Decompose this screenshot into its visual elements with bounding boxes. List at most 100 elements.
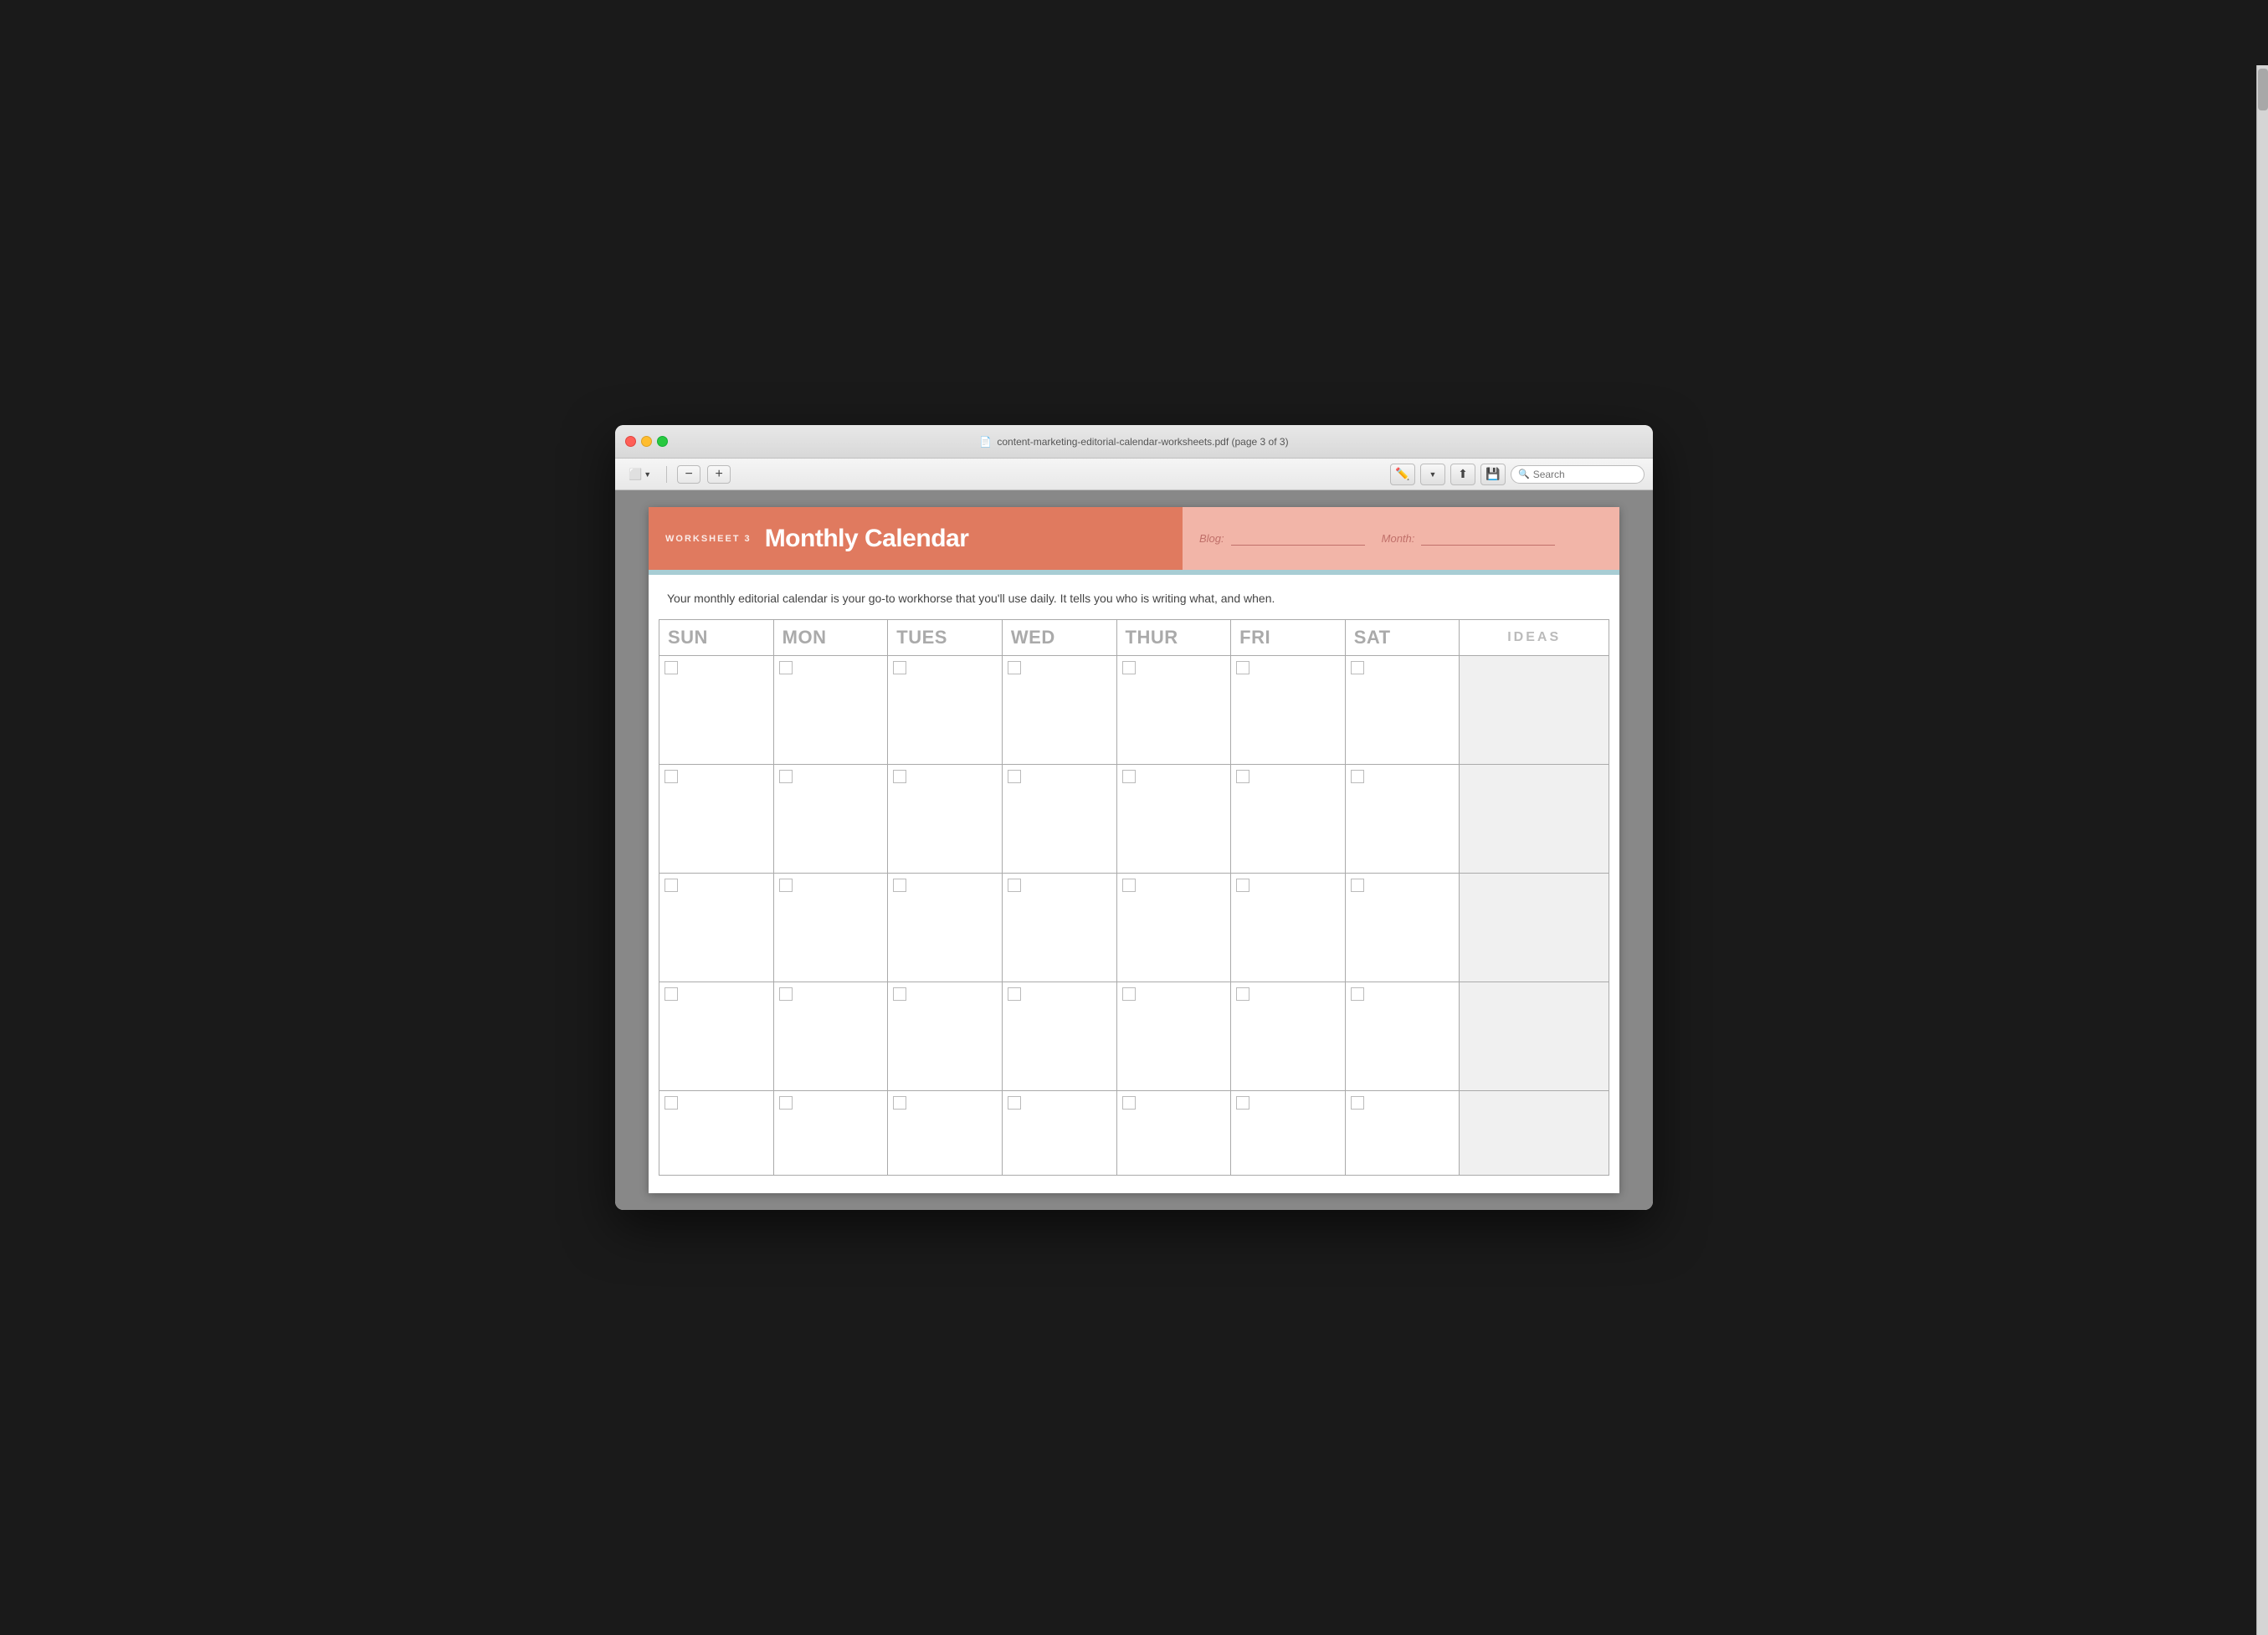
cell-number [664,879,678,892]
ideas-cell-3 [1460,874,1609,982]
search-input[interactable] [1533,469,1637,480]
pdf-icon: 📄 [979,436,992,448]
cell-number [779,987,793,1001]
cell-3-mon [774,874,889,982]
cell-2-sun [659,765,774,873]
cell-number [1236,770,1249,783]
cell-number [664,770,678,783]
cell-number [1122,879,1136,892]
calendar-row-1 [659,656,1609,765]
cell-1-sat [1346,656,1460,764]
cell-number [1008,770,1021,783]
sidebar-icon: ⬜ [629,468,642,481]
cell-number [1008,987,1021,1001]
minimize-button[interactable] [641,436,652,447]
cell-4-sat [1346,982,1460,1090]
cell-3-sat [1346,874,1460,982]
cell-2-wed [1003,765,1117,873]
cell-3-thu [1117,874,1232,982]
calendar-container: SUN MON TUES WED THUR FRI SAT IDEAS [659,619,1609,1176]
calendar-row-5 [659,1091,1609,1175]
cell-4-tue [888,982,1003,1090]
worksheet-header: WORKSHEET 3 Monthly Calendar Blog: Month… [649,507,1619,570]
cell-2-mon [774,765,889,873]
save-button[interactable]: 💾 [1480,464,1506,485]
cell-number [1008,1096,1021,1110]
header-sun: SUN [659,620,774,655]
cell-number [1122,987,1136,1001]
pdf-page: WORKSHEET 3 Monthly Calendar Blog: Month… [649,507,1619,1193]
cell-number [664,987,678,1001]
cell-number [664,661,678,674]
cell-number [893,987,906,1001]
cell-1-tue [888,656,1003,764]
pdf-viewer: WORKSHEET 3 Monthly Calendar Blog: Month… [615,490,1653,1210]
ideas-cell-5 [1460,1091,1609,1175]
cell-3-tue [888,874,1003,982]
blog-label: Blog: [1199,532,1224,545]
cell-1-sun [659,656,774,764]
cell-number [1351,987,1364,1001]
header-wed: WED [1003,620,1117,655]
cell-2-sat [1346,765,1460,873]
cell-3-wed [1003,874,1117,982]
cell-1-fri [1231,656,1346,764]
maximize-button[interactable] [657,436,668,447]
titlebar: 📄 content-marketing-editorial-calendar-w… [615,425,1653,459]
window-title: content-marketing-editorial-calendar-wor… [997,436,1288,448]
cell-5-sat [1346,1091,1460,1175]
header-thur: THUR [1117,620,1232,655]
cell-number [1236,879,1249,892]
share-button[interactable]: ⬆ [1450,464,1475,485]
header-mon: MON [774,620,889,655]
description-paragraph: Your monthly editorial calendar is your … [667,590,1601,607]
worksheet-label: WORKSHEET 3 [665,534,752,544]
cell-number [893,661,906,674]
cell-5-mon [774,1091,889,1175]
cell-number [1236,987,1249,1001]
search-icon: 🔍 [1518,469,1530,479]
month-label: Month: [1382,532,1415,545]
sidebar-toggle-button[interactable]: ⬜ ▼ [623,464,656,484]
search-box[interactable]: 🔍 [1511,465,1645,484]
cell-4-fri [1231,982,1346,1090]
cell-number [1351,661,1364,674]
zoom-out-button[interactable]: − [677,465,700,484]
cell-number [1122,1096,1136,1110]
cell-number [664,1096,678,1110]
cell-number [779,879,793,892]
cell-number [1122,661,1136,674]
header-fri: FRI [1231,620,1346,655]
toolbar-separator-1 [666,466,667,483]
window-title-area: 📄 content-marketing-editorial-calendar-w… [979,436,1288,448]
cell-4-thu [1117,982,1232,1090]
zoom-in-icon: + [715,467,722,482]
cell-number [1008,661,1021,674]
zoom-in-button[interactable]: + [707,465,731,484]
ideas-cell-2 [1460,765,1609,873]
close-button[interactable] [625,436,636,447]
header-ideas: IDEAS [1460,620,1609,655]
ideas-cell-4 [1460,982,1609,1090]
worksheet-title: Monthly Calendar [765,525,969,553]
blog-underline [1231,532,1365,546]
description-text: Your monthly editorial calendar is your … [649,575,1619,619]
header-pink-section: Blog: Month: [1183,507,1619,570]
annotate-button[interactable]: ✏️ [1390,464,1415,485]
cell-2-tue [888,765,1003,873]
cell-number [1351,1096,1364,1110]
chevron-down-icon: ▼ [644,470,651,479]
cell-number [893,1096,906,1110]
cell-3-fri [1231,874,1346,982]
cell-number [1351,770,1364,783]
ideas-cell-1 [1460,656,1609,764]
header-orange-section: WORKSHEET 3 Monthly Calendar [649,507,1183,570]
save-icon: 💾 [1485,467,1500,481]
cell-number [779,1096,793,1110]
chevron-down-icon: ▼ [1429,470,1437,479]
toolbar: ⬜ ▼ − + ✏️ ▼ ⬆ 💾 🔍 [615,459,1653,490]
blog-field: Blog: [1199,532,1365,546]
annotate-dropdown-button[interactable]: ▼ [1420,464,1445,485]
toolbar-right: ✏️ ▼ ⬆ 💾 🔍 [1390,464,1645,485]
cell-2-thu [1117,765,1232,873]
